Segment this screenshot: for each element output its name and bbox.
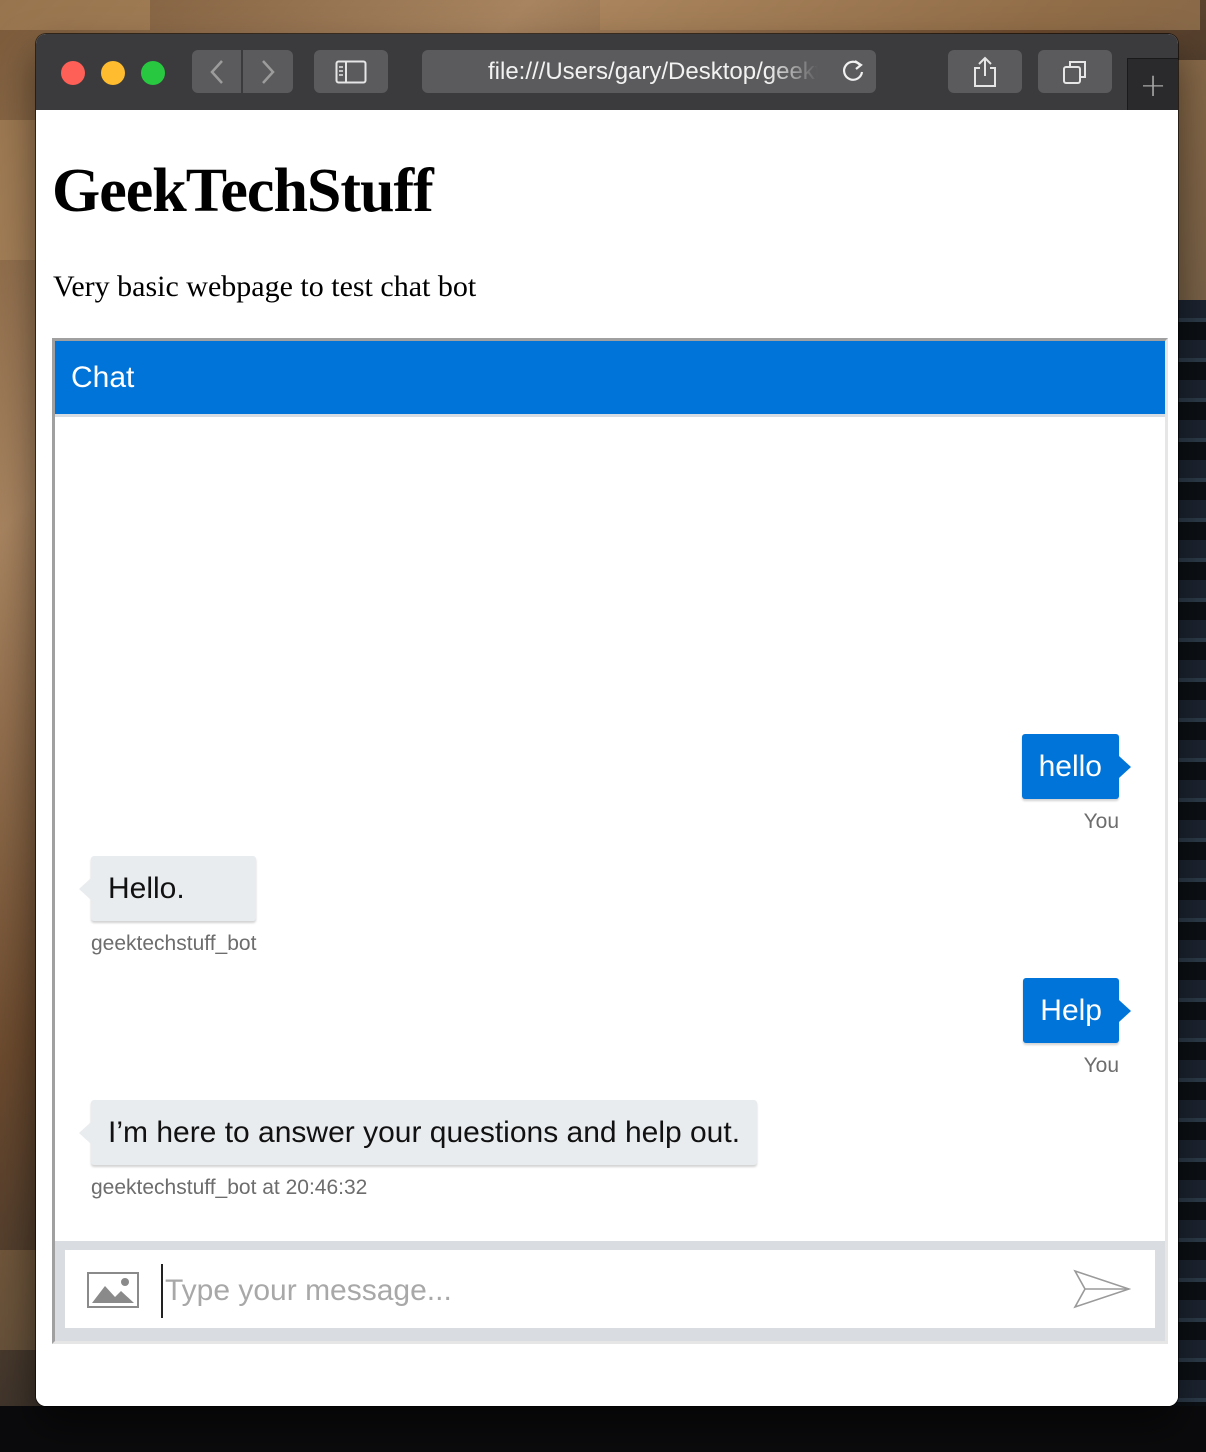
back-button[interactable] — [192, 50, 241, 93]
sidebar-button[interactable] — [314, 50, 388, 93]
message-meta: You — [1083, 1054, 1119, 1077]
back-icon — [209, 59, 223, 84]
share-button[interactable] — [948, 50, 1022, 93]
chat-composer — [55, 1241, 1165, 1341]
chat-message-bot: I’m here to answer your questions and he… — [78, 1100, 758, 1200]
message-meta: You — [1083, 810, 1119, 833]
minimize-window-button[interactable] — [101, 61, 125, 85]
browser-window: file:///Users/gary/Desktop/geektechstuff… — [36, 34, 1178, 1406]
address-bar[interactable]: file:///Users/gary/Desktop/geektechstuff… — [422, 50, 876, 93]
page-title: GeekTechStuff — [52, 157, 434, 225]
reload-icon[interactable] — [840, 58, 866, 84]
message-input[interactable] — [161, 1264, 1047, 1318]
chat-widget: Chat hello You Hello. geektechstuff_bot … — [52, 338, 1168, 1344]
page-description: Very basic webpage to test chat bot — [53, 270, 477, 303]
page-content: GeekTechStuff Very basic webpage to test… — [36, 110, 1178, 1406]
message-bubble: hello — [1021, 734, 1132, 799]
desktop-bottom-background — [0, 1406, 1206, 1452]
message-meta: geektechstuff_bot at 20:46:32 — [91, 1176, 368, 1199]
share-icon — [974, 56, 996, 87]
message-bubble: I’m here to answer your questions and he… — [78, 1100, 758, 1165]
send-icon[interactable] — [1073, 1268, 1131, 1310]
chat-message-user: Help You — [1023, 978, 1131, 1078]
image-icon[interactable] — [87, 1272, 139, 1308]
maximize-window-button[interactable] — [141, 61, 165, 85]
url-text: file:///Users/gary/Desktop/geektechstuff… — [488, 57, 818, 85]
forward-icon — [262, 59, 275, 84]
new-tab-button[interactable]: + — [1127, 58, 1178, 111]
tabs-icon — [1063, 60, 1086, 84]
chat-message-bot: Hello. geektechstuff_bot — [78, 856, 257, 956]
close-window-button[interactable] — [61, 61, 85, 85]
tab-overview-button[interactable] — [1038, 50, 1112, 93]
browser-toolbar: file:///Users/gary/Desktop/geektechstuff… — [36, 34, 1178, 111]
message-meta: geektechstuff_bot — [91, 932, 257, 955]
chat-message-user: hello You — [1021, 734, 1132, 834]
forward-button[interactable] — [243, 50, 293, 93]
message-bubble: Help — [1023, 978, 1131, 1043]
composer-field — [65, 1250, 1155, 1328]
sidebar-icon — [335, 60, 367, 83]
message-bubble: Hello. — [78, 856, 257, 921]
chat-header: Chat — [55, 341, 1165, 417]
